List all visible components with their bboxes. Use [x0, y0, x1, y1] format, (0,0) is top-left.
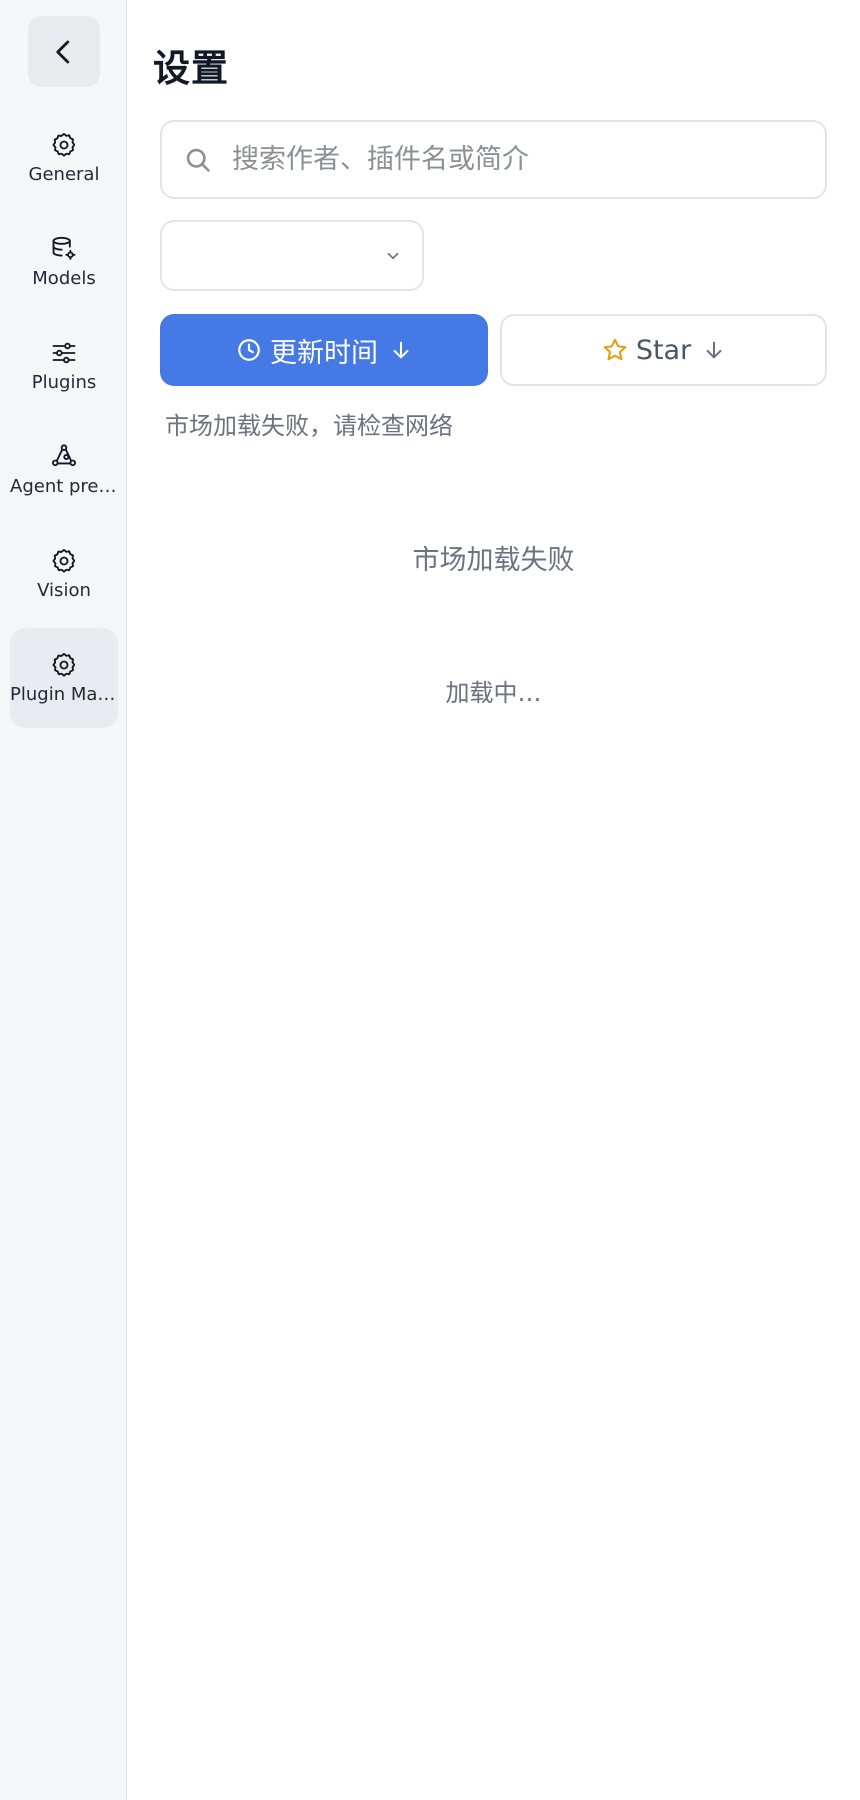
arrow-down-icon — [390, 339, 412, 361]
clock-icon — [236, 337, 262, 363]
sliders-icon — [49, 338, 79, 368]
agent-network-icon — [49, 442, 79, 472]
sidebar-item-plugin-market[interactable]: Plugin Mar… — [10, 628, 118, 728]
search-input[interactable] — [232, 144, 812, 175]
page-title: 设置 — [153, 47, 229, 90]
main-content: 设置 更新时间 — [127, 0, 860, 1800]
arrow-down-icon — [703, 339, 725, 361]
sidebar-item-label: General — [28, 164, 100, 185]
sidebar-item-agent-presets[interactable]: Agent pres… — [10, 420, 118, 520]
sort-star-button[interactable]: Star — [500, 314, 827, 386]
sidebar-item-general[interactable]: General — [10, 108, 118, 208]
sort-star-label: Star — [635, 334, 692, 366]
chevron-left-icon — [56, 40, 70, 63]
gear-icon — [49, 546, 79, 576]
error-message: 市场加载失败，请检查网络 — [165, 412, 453, 440]
settings-app: General Models Plugins Agent pres… Visio… — [0, 0, 860, 1800]
category-select[interactable] — [160, 220, 424, 291]
sort-update-time-button[interactable]: 更新时间 — [160, 314, 488, 386]
gear-icon — [49, 650, 79, 680]
sidebar: General Models Plugins Agent pres… Visio… — [0, 0, 127, 1800]
sidebar-item-label: Models — [32, 268, 96, 289]
sidebar-item-label: Plugin Mar… — [10, 684, 118, 705]
sidebar-item-label: Vision — [37, 580, 91, 601]
loading-text: 加载中… — [445, 679, 542, 707]
sort-update-time-label: 更新时间 — [270, 337, 378, 369]
market-load-failed-text: 市场加载失败 — [412, 545, 575, 576]
sidebar-item-models[interactable]: Models — [10, 212, 118, 312]
search-box[interactable] — [160, 120, 827, 199]
chevron-down-icon — [387, 252, 399, 259]
sidebar-item-label: Plugins — [31, 372, 97, 393]
sidebar-item-plugins[interactable]: Plugins — [10, 316, 118, 416]
sidebar-item-label: Agent pres… — [10, 476, 118, 497]
database-gear-icon — [49, 234, 79, 264]
back-button[interactable] — [28, 16, 100, 87]
search-icon — [186, 148, 210, 172]
sidebar-item-vision[interactable]: Vision — [10, 524, 118, 624]
gear-icon — [49, 130, 79, 160]
star-icon — [602, 337, 628, 363]
